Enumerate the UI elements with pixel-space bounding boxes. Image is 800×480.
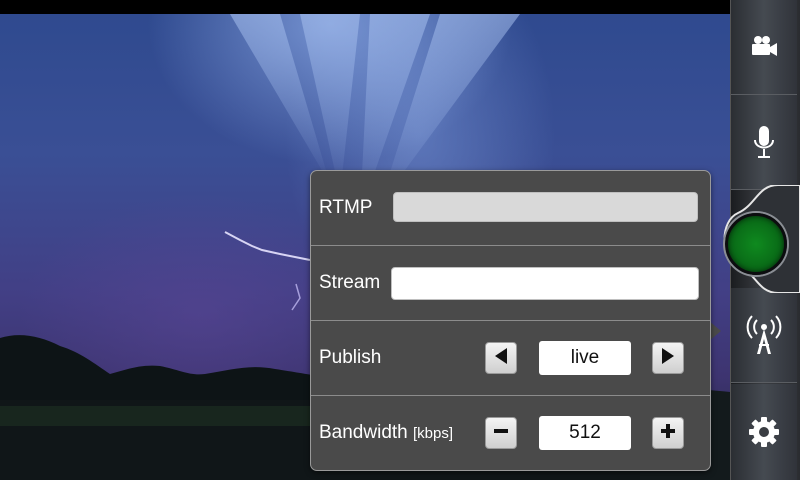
plus-icon xyxy=(660,423,676,444)
publish-prev-button[interactable] xyxy=(485,342,517,374)
stream-name-field[interactable] xyxy=(391,267,699,300)
bandwidth-value: 512 xyxy=(539,416,631,450)
publish-label: Publish xyxy=(319,347,382,368)
rtmp-row: RTMP xyxy=(311,171,710,246)
triangle-left-icon xyxy=(494,347,508,369)
video-toggle-button[interactable] xyxy=(731,0,797,95)
gear-icon xyxy=(748,416,780,448)
triangle-right-icon xyxy=(661,347,675,369)
rtmp-url-field[interactable] xyxy=(393,192,698,222)
bandwidth-label-text: Bandwidth xyxy=(319,422,408,443)
stream-settings-popup: RTMP Stream Publish live Bandwidth [kbps… xyxy=(310,170,711,471)
broadcast-button[interactable] xyxy=(731,288,797,383)
settings-button[interactable] xyxy=(731,384,797,480)
stream-label: Stream xyxy=(319,272,381,293)
top-status-bar xyxy=(0,0,730,14)
stream-row: Stream xyxy=(311,246,710,321)
broadcast-antenna-icon xyxy=(745,315,783,355)
bandwidth-unit: [kbps] xyxy=(413,425,454,442)
record-button[interactable] xyxy=(725,213,787,275)
publish-mode-value: live xyxy=(539,341,631,375)
bandwidth-increase-button[interactable] xyxy=(652,417,684,449)
minus-icon xyxy=(493,423,509,444)
rtmp-label: RTMP xyxy=(319,197,373,218)
bandwidth-label: Bandwidth [kbps] xyxy=(319,422,453,444)
publish-row: Publish live xyxy=(311,321,710,396)
microphone-icon xyxy=(752,125,776,159)
publish-next-button[interactable] xyxy=(652,342,684,374)
bandwidth-decrease-button[interactable] xyxy=(485,417,517,449)
video-camera-icon xyxy=(749,35,779,59)
microphone-toggle-button[interactable] xyxy=(731,95,797,190)
bandwidth-row: Bandwidth [kbps] 512 xyxy=(311,396,710,470)
